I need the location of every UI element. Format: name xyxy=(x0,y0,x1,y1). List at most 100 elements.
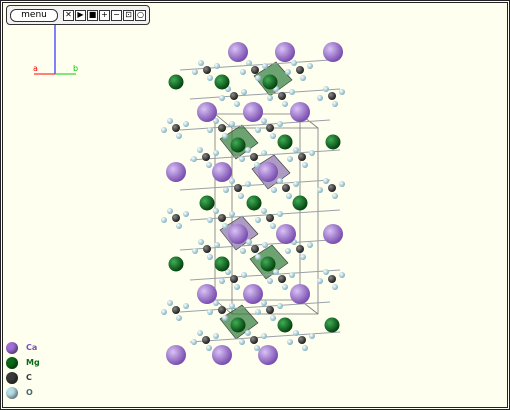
oxygen-atom xyxy=(222,133,228,139)
magnesium-atom xyxy=(168,74,184,90)
oxygen-atom xyxy=(286,193,292,199)
oxygen-atom xyxy=(223,187,229,193)
oxygen-atom xyxy=(289,89,295,95)
play-button[interactable]: ▶ xyxy=(75,9,86,21)
carbon-atom xyxy=(298,153,306,161)
mg-atom-icon xyxy=(6,356,18,369)
oxygen-atom xyxy=(161,217,167,223)
legend-label-c: C xyxy=(26,373,32,382)
oxygen-atom xyxy=(317,95,323,101)
oxygen-atom xyxy=(240,248,246,254)
c-atom-icon xyxy=(6,371,18,384)
magnesium-atom xyxy=(214,256,230,272)
viewer-toolbar: menu ✕ ▶ ■ + − ⊡ ○ xyxy=(6,5,150,25)
carbon-atom xyxy=(328,184,336,192)
carbon-atom xyxy=(202,336,210,344)
oxygen-atom xyxy=(270,315,276,321)
magnesium-atom xyxy=(277,134,293,150)
calcium-atom xyxy=(276,224,296,244)
oxygen-atom xyxy=(229,121,235,127)
oxygen-atom xyxy=(270,223,276,229)
oxygen-atom xyxy=(219,95,225,101)
oxygen-atom xyxy=(291,60,297,66)
oxygen-atom xyxy=(222,223,228,229)
close-button[interactable]: ✕ xyxy=(63,9,74,21)
element-legend: Ca Mg C O xyxy=(6,340,40,400)
oxygen-atom xyxy=(285,69,291,75)
calcium-atom xyxy=(166,162,186,182)
oxygen-atom xyxy=(339,272,345,278)
oxygen-atom xyxy=(293,147,299,153)
minus-icon: − xyxy=(113,10,120,19)
legend-item-ca: Ca xyxy=(6,340,40,355)
carbon-atom xyxy=(296,245,304,253)
reset-view-button[interactable]: ⊡ xyxy=(123,9,134,21)
zoom-in-button[interactable]: + xyxy=(99,9,110,21)
calcium-atom xyxy=(290,284,310,304)
oxygen-atom xyxy=(339,89,345,95)
oxygen-atom xyxy=(198,60,204,66)
oxygen-atom xyxy=(285,248,291,254)
carbon-atom xyxy=(278,275,286,283)
carbon-atom xyxy=(251,66,259,74)
oxygen-atom xyxy=(332,193,338,199)
oxygen-atom xyxy=(262,242,268,248)
oxygen-atom xyxy=(293,181,299,187)
oxygen-atom xyxy=(206,162,212,168)
oxygen-atom xyxy=(167,300,173,306)
oxygen-atom xyxy=(307,63,313,69)
oxygen-atom xyxy=(229,303,235,309)
oxygen-atom xyxy=(287,339,293,345)
oxygen-atom xyxy=(262,63,268,69)
oxygen-atom xyxy=(277,121,283,127)
calcium-atom xyxy=(323,42,343,62)
oxygen-atom xyxy=(261,333,267,339)
magnesium-atom xyxy=(325,134,341,150)
carbon-atom xyxy=(218,214,226,222)
carbon-atom xyxy=(250,336,258,344)
carbon-atom xyxy=(328,92,336,100)
oxygen-atom xyxy=(309,150,315,156)
oxygen-atom xyxy=(176,223,182,229)
oxygen-atom xyxy=(332,101,338,107)
oxygen-atom xyxy=(161,309,167,315)
orbit-button[interactable]: ○ xyxy=(135,9,146,21)
oxygen-atom xyxy=(254,345,260,351)
oxygen-atom xyxy=(191,339,197,345)
oxygen-atom xyxy=(207,217,213,223)
oxygen-atom xyxy=(245,147,251,153)
carbon-atom xyxy=(230,275,238,283)
magnesium-atom xyxy=(292,195,308,211)
plus-icon: + xyxy=(101,10,108,19)
magnesium-atom xyxy=(230,137,246,153)
carbon-atom xyxy=(266,214,274,222)
carbon-atom xyxy=(172,306,180,314)
calcium-atom xyxy=(290,102,310,122)
orbit-icon: ○ xyxy=(137,10,144,19)
oxygen-atom xyxy=(214,63,220,69)
stop-button[interactable]: ■ xyxy=(87,9,98,21)
carbon-atom xyxy=(266,124,274,132)
legend-label-o: O xyxy=(26,388,33,397)
legend-label-mg: Mg xyxy=(26,358,40,367)
magnesium-atom xyxy=(214,74,230,90)
calcium-atom xyxy=(258,162,278,182)
legend-item-o: O xyxy=(6,385,40,400)
carbon-atom xyxy=(328,275,336,283)
oxygen-atom xyxy=(241,89,247,95)
oxygen-atom xyxy=(176,133,182,139)
oxygen-atom xyxy=(323,269,329,275)
oxygen-atom xyxy=(282,284,288,290)
carbon-atom xyxy=(218,306,226,314)
calcium-atom xyxy=(243,102,263,122)
oxygen-atom xyxy=(309,333,315,339)
oxygen-atom xyxy=(254,162,260,168)
magnesium-atom xyxy=(199,195,215,211)
calcium-atom xyxy=(212,345,232,365)
oxygen-atom xyxy=(282,101,288,107)
crystal-structure-view[interactable]: ab xyxy=(0,0,510,410)
calcium-atom xyxy=(166,345,186,365)
oxygen-atom xyxy=(245,181,251,187)
menu-button[interactable]: menu xyxy=(10,8,58,22)
zoom-out-button[interactable]: − xyxy=(111,9,122,21)
